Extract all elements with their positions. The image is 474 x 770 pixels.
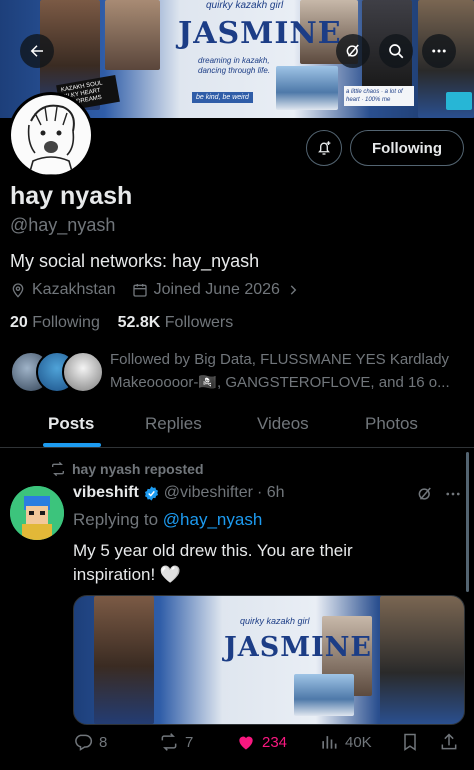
display-name: hay nyash: [10, 182, 133, 210]
banner-note: be kind, be weird: [192, 92, 253, 103]
profile-handle: @hay_nyash: [10, 215, 116, 235]
location-pin-icon: [12, 283, 24, 298]
joined-date[interactable]: Joined June 2026: [132, 281, 306, 299]
reposted-by-text: hay nyash reposted: [72, 461, 204, 477]
share-button[interactable]: [439, 732, 465, 752]
tab-replies[interactable]: Replies: [145, 414, 202, 434]
media-kicker: quirky kazakh girl: [240, 616, 310, 626]
scrollbar[interactable]: [466, 452, 469, 592]
pixel-avatar-icon: [10, 486, 64, 540]
tweet-more-button[interactable]: [444, 485, 462, 508]
more-dots-icon: [446, 492, 460, 496]
replying-to: Replying to @hay_nyash: [73, 510, 262, 530]
bookmark-icon: [404, 733, 416, 751]
bookmark-button[interactable]: [400, 732, 426, 752]
tweet-actions: 8 7 234 40K: [73, 732, 463, 758]
heart-filled-icon: [239, 736, 253, 750]
verified-badge-icon: [144, 485, 158, 501]
location: Kazakhstan: [10, 281, 116, 299]
repost-indicator[interactable]: hay nyash reposted: [50, 461, 204, 477]
repost-button[interactable]: 7: [159, 732, 193, 752]
replying-to-link[interactable]: @hay_nyash: [163, 510, 263, 529]
tweet-author-handle[interactable]: @vibeshifter: [164, 484, 253, 502]
calendar-icon: [132, 284, 147, 297]
view-count: 40K: [345, 733, 372, 751]
search-icon: [389, 44, 404, 59]
repost-icon: [161, 733, 177, 751]
following-count-link[interactable]: 20 Following: [10, 314, 100, 331]
like-button[interactable]: 234: [236, 732, 287, 752]
views-bars-icon: [322, 736, 337, 749]
media-photo-right: [380, 596, 464, 724]
search-button[interactable]: [379, 34, 413, 68]
tweet-header: vibeshift @vibeshifter · 6h: [73, 484, 285, 502]
banner-list: a little chaos · a lot of heart · 100% m…: [344, 86, 414, 106]
following-count: 20: [10, 314, 28, 331]
tweet-media-image[interactable]: quirky kazakh girl JASMINE: [73, 595, 465, 725]
profile-avatar[interactable]: [8, 92, 94, 178]
repost-count: 7: [185, 733, 194, 751]
grok-icon: [418, 487, 431, 500]
profile-bio: My social networks: hay_nyash: [10, 251, 260, 271]
followers-count: 52.8K: [117, 314, 161, 331]
profile-tabs: Posts Replies Videos Photos: [0, 400, 474, 448]
grok-button[interactable]: [336, 34, 370, 68]
tweet-text: My 5 year old drew this. You are their i…: [73, 541, 353, 584]
tweet-author-avatar[interactable]: [10, 486, 64, 540]
grok-icon: [346, 44, 359, 57]
followers-you-know-avatars[interactable]: [10, 351, 104, 393]
more-button[interactable]: [422, 34, 456, 68]
reply-button[interactable]: 8: [73, 732, 107, 752]
notification-toggle-button[interactable]: [306, 130, 342, 166]
views-button[interactable]: 40K: [319, 732, 372, 752]
reply-bubble-icon: [75, 734, 93, 751]
replying-prefix: Replying to: [73, 510, 159, 529]
followers-label: Followers: [164, 314, 234, 331]
banner-kicker: quirky kazakh girl: [206, 0, 284, 11]
more-dots-icon: [432, 49, 446, 53]
following-button[interactable]: Following: [350, 130, 464, 166]
avatar-drawing: [11, 95, 91, 175]
repost-icon: [52, 461, 64, 477]
banner-title: JASMINE: [178, 16, 342, 51]
back-arrow-icon: [30, 45, 43, 57]
tab-photos[interactable]: Photos: [365, 414, 418, 434]
media-photo-sea: [294, 674, 354, 716]
media-photo-left: [94, 596, 154, 724]
chevron-right-icon: [290, 285, 297, 295]
active-tab-indicator: [43, 443, 101, 447]
banner-tagline: dreaming in kazakh, dancing through life…: [198, 56, 271, 75]
like-count: 234: [262, 733, 288, 751]
reply-count: 8: [99, 733, 108, 751]
tweet-time[interactable]: · 6h: [257, 484, 285, 502]
follower-avatar: [62, 351, 104, 393]
bell-plus-icon: [318, 141, 331, 155]
followed-by-text[interactable]: Followed by Big Data, FLUSSMANE YES Kard…: [110, 348, 466, 394]
banner-photo-girl: [105, 0, 160, 70]
tweet-author-name[interactable]: vibeshift: [73, 484, 139, 502]
profile-meta: Kazakhstan Joined June 2026: [10, 281, 322, 299]
banner-flag: [446, 92, 472, 110]
sketch-portrait-icon: [27, 104, 75, 175]
followers-count-link[interactable]: 52.8K Followers: [118, 314, 234, 331]
share-icon: [441, 733, 457, 750]
tab-posts[interactable]: Posts: [48, 414, 94, 434]
media-title: JASMINE: [224, 632, 372, 663]
tab-videos[interactable]: Videos: [257, 414, 309, 434]
follow-counts: 20 Following 52.8K Followers: [10, 314, 233, 332]
grok-tweet-button[interactable]: [416, 485, 434, 508]
back-button[interactable]: [20, 34, 54, 68]
following-label: Following: [32, 314, 100, 331]
joined-text: Joined June 2026: [153, 281, 280, 298]
location-text: Kazakhstan: [32, 281, 116, 298]
